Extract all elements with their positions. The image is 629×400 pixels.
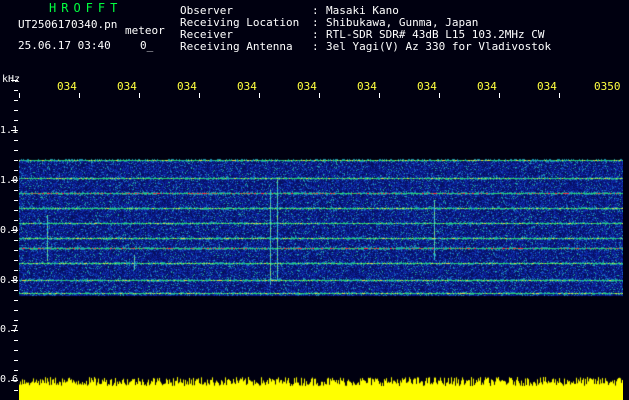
time-tick-label: 034 [177,80,197,93]
freq-tick-mark [14,170,18,171]
hrofft-window: HROFFT UT2506170340.pn meteor 25.06.17 0… [0,0,629,400]
time-tick-label: 034 [237,80,257,93]
info-value: 3el Yagi(V) Az 330 for Vladivostok [326,40,552,53]
freq-tick-mark [14,140,18,141]
freq-tick-mark [14,360,18,361]
freq-tick-mark [14,160,18,161]
time-tick-label: 034 [117,80,137,93]
freq-tick-mark [11,330,18,331]
app-title: HROFFT [49,1,123,15]
freq-tick-mark [14,290,18,291]
freq-tick-mark [14,310,18,311]
file-suffix: meteor [125,24,165,37]
freq-tick-mark [14,300,18,301]
freq-tick-mark [14,250,18,251]
time-tick-label: 034 [537,80,557,93]
time-tick-label: 034 [357,80,377,93]
time-tick-mark [199,93,200,98]
time-tick-mark [379,93,380,98]
freq-tick-mark [14,270,18,271]
freq-tick-mark [14,390,18,391]
info-separator: : [312,40,319,53]
time-tick-mark [559,93,560,98]
freq-tick-mark [14,110,18,111]
time-tick-mark [439,93,440,98]
freq-tick-mark [14,210,18,211]
freq-tick-mark [14,190,18,191]
time-tick-label: 034 [477,80,497,93]
freq-tick-mark [11,280,18,281]
timestamp: 25.06.17 03:40 [18,39,111,52]
freq-tick-mark [14,350,18,351]
time-tick-mark [79,93,80,98]
time-tick-mark [139,93,140,98]
freq-tick-mark [14,220,18,221]
time-tick-label: 0350 [594,80,621,93]
timestamp-extra: 0_ [140,39,154,52]
freq-tick-mark [14,200,18,201]
freq-tick-mark [14,240,18,241]
time-tick-label: 034 [297,80,317,93]
freq-tick-mark [14,90,18,91]
file-name: UT2506170340.pn [18,18,118,31]
time-tick-mark [319,93,320,98]
info-key: Receiving Antenna [180,40,293,53]
freq-tick-mark [14,260,18,261]
freq-tick-mark [11,130,18,131]
time-tick-label: 034 [417,80,437,93]
time-tick-label: 034 [57,80,77,93]
freq-tick-mark [14,100,18,101]
time-tick-mark [259,93,260,98]
freq-tick-mark [14,340,18,341]
freq-tick-mark [14,150,18,151]
freq-tick-mark [11,380,18,381]
freq-tick-mark [11,180,18,181]
time-tick-mark [19,93,20,98]
freq-tick-mark [14,320,18,321]
freq-tick-mark [11,230,18,231]
freq-tick-mark [14,370,18,371]
time-tick-mark [499,93,500,98]
spectrogram-canvas [19,100,623,400]
freq-tick-mark [14,120,18,121]
freq-tick-mark [11,80,18,81]
